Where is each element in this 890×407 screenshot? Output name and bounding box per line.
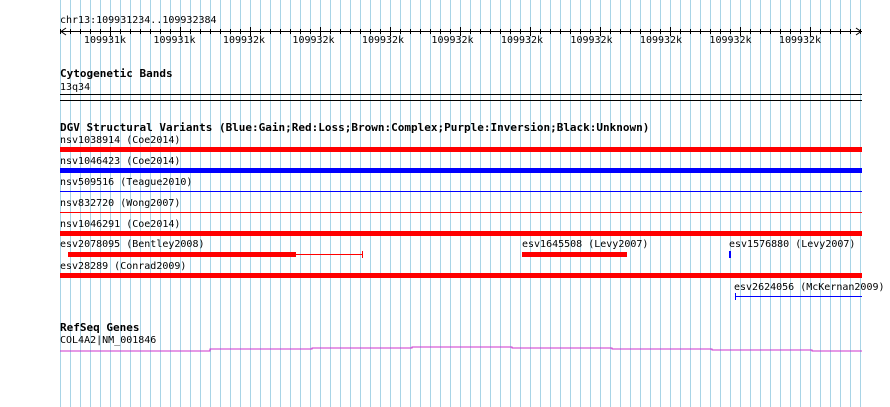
variant-label[interactable]: nsv1046423 (Coe2014) — [60, 156, 180, 167]
genome-browser-panel: chr13:109931234..109932384 109931k 109931… — [0, 0, 890, 407]
ruler-tick-label: 109932k — [639, 35, 683, 46]
ruler-tick-label: 109932k — [778, 35, 822, 46]
variant-bar — [60, 147, 862, 152]
ruler-tick-label: 109932k — [570, 35, 613, 46]
variant-bar — [522, 252, 627, 257]
ruler-tick-label: 109932k — [709, 35, 752, 46]
ruler-tick-label: 109931k — [153, 35, 196, 46]
variant-bar — [60, 273, 862, 278]
cytoband-label: 13q34 — [60, 82, 91, 93]
ruler-tick-label: 109932k — [292, 35, 335, 46]
ruler-tick-label: 109932k — [500, 35, 544, 46]
ruler-tick-label: 109932k — [361, 35, 405, 46]
ruler-tick-label: 109932k — [222, 35, 266, 46]
cytoband-track-title: Cytogenetic Bands — [60, 67, 173, 80]
variant-label[interactable]: nsv1038914 (Coe2014) — [60, 135, 180, 146]
variant-bar — [60, 168, 862, 173]
variant-bar — [68, 252, 296, 257]
gene-label[interactable]: COL4A2|NM_001846 — [60, 335, 156, 346]
location-label: chr13:109931234..109932384 — [60, 15, 217, 26]
variant-bar — [729, 251, 731, 258]
variant-label[interactable]: nsv832720 (Wong2007) — [60, 198, 180, 209]
variant-bar — [60, 231, 862, 236]
variant-label[interactable]: esv2624056 (McKernan2009) — [734, 282, 885, 293]
refseq-track-title: RefSeq Genes — [60, 321, 140, 334]
variant-label[interactable]: esv1645508 (Levy2007) — [522, 239, 648, 250]
variant-label[interactable]: esv28289 (Conrad2009) — [60, 261, 186, 272]
variant-label[interactable]: esv1576880 (Levy2007) — [729, 239, 855, 250]
ruler-tick-label: 109932k — [431, 35, 474, 46]
variant-label[interactable]: esv2078095 (Bentley2008) — [60, 239, 205, 250]
dgv-track-title: DGV Structural Variants (Blue:Gain;Red:L… — [60, 121, 650, 134]
variant-label[interactable]: nsv1046291 (Coe2014) — [60, 219, 180, 230]
variant-label[interactable]: nsv509516 (Teague2010) — [60, 177, 192, 188]
ruler-tick-label: 109931k — [83, 35, 127, 46]
